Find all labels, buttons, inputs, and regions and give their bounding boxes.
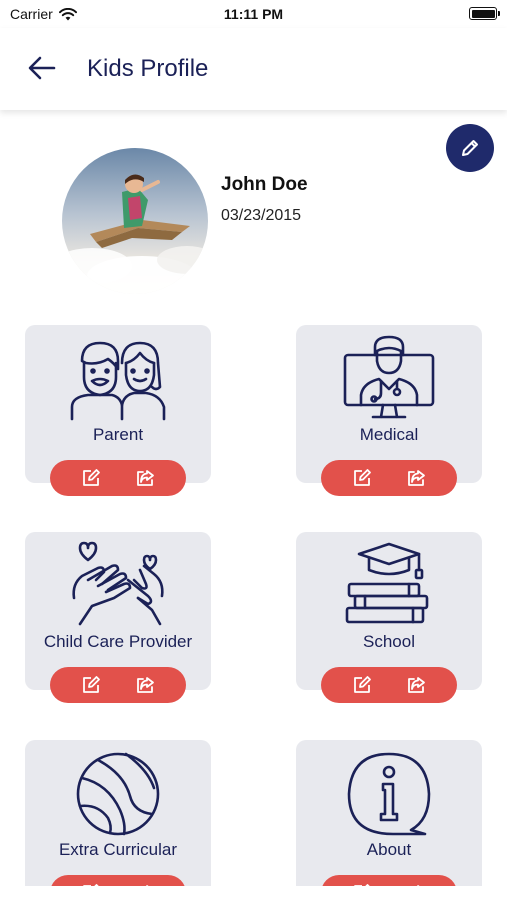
card-child-care-provider[interactable]: Child Care Provider: [25, 532, 211, 703]
share-icon: [137, 677, 154, 693]
card-actions: [321, 667, 457, 703]
page-title: Kids Profile: [87, 55, 209, 82]
back-button[interactable]: [26, 54, 58, 82]
card-label: School: [363, 632, 415, 651]
child-dob: 03/23/2015: [221, 207, 302, 224]
info-icon: [347, 752, 431, 836]
graduation-books-icon: [345, 542, 429, 624]
card-extra-curricular[interactable]: Extra Curricular: [25, 740, 211, 900]
card-label: Medical: [359, 425, 419, 444]
share-icon: [408, 677, 425, 693]
card-actions: [321, 460, 457, 496]
child-avatar: [62, 148, 208, 294]
edit-icon: [83, 676, 100, 693]
app-header: Kids Profile: [0, 28, 507, 110]
share-icon: [137, 470, 154, 486]
status-time: 11:11 PM: [223, 6, 284, 22]
pencil-icon: [462, 140, 478, 156]
edit-button[interactable]: [80, 674, 102, 696]
parents-icon: [70, 341, 166, 421]
card-label: Extra Curricular: [58, 840, 178, 859]
card-label: About: [366, 840, 412, 859]
card-parent[interactable]: Parent: [25, 325, 211, 496]
card-actions: [50, 460, 186, 496]
edit-icon: [354, 676, 371, 693]
status-bar: Carrier 11:11 PM: [0, 0, 507, 28]
share-button[interactable]: [405, 467, 427, 489]
share-icon: [408, 470, 425, 486]
back-arrow-icon: [28, 56, 56, 80]
card-label: Parent: [92, 425, 144, 444]
card-about[interactable]: About: [296, 740, 482, 900]
edit-button[interactable]: [80, 467, 102, 489]
card-medical[interactable]: Medical: [296, 325, 482, 496]
share-button[interactable]: [134, 674, 156, 696]
battery-icon: [469, 7, 500, 20]
card-school[interactable]: School: [296, 532, 482, 703]
share-button[interactable]: [405, 674, 427, 696]
card-label: Child Care Provider: [43, 632, 193, 651]
doctor-monitor-icon: [343, 335, 435, 419]
caring-hands-icon: [72, 541, 164, 626]
ball-icon: [76, 752, 160, 836]
edit-button[interactable]: [351, 674, 373, 696]
edit-icon: [354, 469, 371, 486]
edit-profile-button[interactable]: [446, 124, 494, 172]
card-actions: [50, 667, 186, 703]
child-name: John Doe: [221, 174, 308, 195]
share-button[interactable]: [134, 467, 156, 489]
edit-icon: [83, 469, 100, 486]
edit-button[interactable]: [351, 467, 373, 489]
scroll-edge: [0, 886, 507, 900]
child-on-flying-book-image: [62, 174, 208, 294]
